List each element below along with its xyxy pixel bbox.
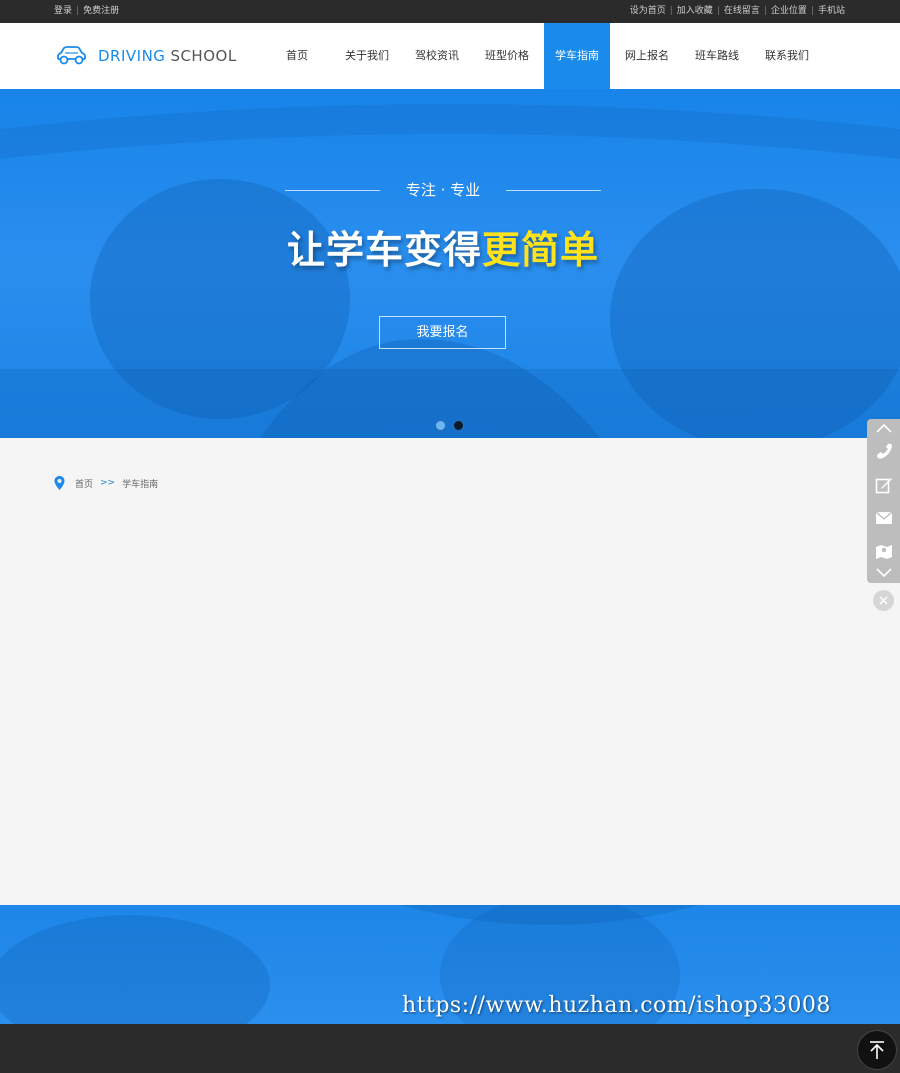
signup-button[interactable]: 我要报名 — [379, 316, 506, 349]
close-icon — [879, 596, 888, 605]
separator: | — [669, 6, 673, 16]
map-icon — [875, 545, 892, 559]
nav-item-bus-route[interactable]: 班车路线 — [682, 23, 752, 89]
login-link[interactable]: 登录 — [54, 0, 72, 23]
side-scroll-down-button[interactable] — [867, 564, 900, 582]
set-homepage-link[interactable]: 设为首页 — [630, 0, 666, 23]
header: DRIVING SCHOOL 首页 关于我们 驾校资讯 班型价格 学车指南 网上… — [0, 23, 900, 89]
slider-dot-2[interactable] — [453, 420, 464, 431]
slider-dot-1[interactable] — [435, 420, 446, 431]
footer — [0, 1024, 900, 1073]
mobile-site-link[interactable]: 手机站 — [818, 0, 845, 23]
tagline-text: 专注 · 专业 — [405, 181, 481, 199]
chevron-up-icon — [875, 423, 892, 433]
separator: | — [810, 6, 814, 16]
banner-tagline: 专注 · 专业 — [0, 179, 900, 201]
mail-icon — [875, 511, 892, 524]
banner-headline: 让学车变得更简单 — [0, 219, 886, 274]
side-map-button[interactable] — [867, 538, 900, 564]
separator: | — [763, 6, 767, 16]
side-toolbar — [867, 419, 900, 583]
arrow-up-icon — [870, 1041, 884, 1059]
nav-item-signup[interactable]: 网上报名 — [612, 23, 682, 89]
top-bar: 登录 | 免费注册 设为首页 | 加入收藏 | 在线留言 | 企业位置 | 手机… — [0, 0, 900, 23]
nav-item-about[interactable]: 关于我们 — [332, 23, 402, 89]
side-message-button[interactable] — [867, 472, 900, 498]
logo[interactable]: DRIVING SCHOOL — [54, 44, 237, 68]
top-bar-left: 登录 | 免费注册 — [54, 0, 119, 23]
breadcrumb-separator: >> — [100, 478, 116, 488]
page: 登录 | 免费注册 设为首页 | 加入收藏 | 在线留言 | 企业位置 | 手机… — [0, 0, 900, 1073]
slider-dots — [435, 420, 471, 431]
main-nav: 首页 关于我们 驾校资讯 班型价格 学车指南 网上报名 班车路线 联系我们 — [262, 23, 822, 89]
watermark-text: https://www.huzhan.com/ishop33008 — [402, 993, 831, 1018]
nav-item-news[interactable]: 驾校资讯 — [402, 23, 472, 89]
footer-banner: https://www.huzhan.com/ishop33008 — [0, 905, 900, 1024]
logo-text-driving: DRIVING — [98, 47, 166, 65]
breadcrumb-home-link[interactable]: 首页 — [75, 477, 93, 490]
add-favorite-link[interactable]: 加入收藏 — [677, 0, 713, 23]
top-bar-right: 设为首页 | 加入收藏 | 在线留言 | 企业位置 | 手机站 — [630, 0, 845, 23]
car-icon — [57, 46, 86, 65]
edit-icon — [875, 478, 892, 494]
phone-icon — [876, 443, 892, 459]
online-message-link[interactable]: 在线留言 — [724, 0, 760, 23]
headline-main: 让学车变得 — [286, 228, 482, 272]
breadcrumb-current: 学车指南 — [122, 479, 159, 490]
nav-item-pricing[interactable]: 班型价格 — [472, 23, 542, 89]
hero-banner: 专注 · 专业 让学车变得更简单 我要报名 — [0, 89, 900, 438]
nav-item-guide[interactable]: 学车指南 — [544, 23, 610, 89]
side-toolbar-close-button[interactable] — [873, 590, 894, 611]
separator: | — [716, 6, 720, 16]
side-phone-button[interactable] — [867, 439, 900, 465]
breadcrumb: 首页 >> 学车指南 — [54, 476, 158, 490]
nav-item-home[interactable]: 首页 — [262, 23, 332, 89]
chevron-down-icon — [875, 568, 892, 578]
separator: | — [76, 6, 80, 16]
logo-text-school: SCHOOL — [170, 47, 237, 65]
side-scroll-up-button[interactable] — [867, 419, 900, 437]
nav-item-contact[interactable]: 联系我们 — [752, 23, 822, 89]
register-link[interactable]: 免费注册 — [83, 0, 119, 23]
headline-highlight: 更简单 — [482, 228, 600, 272]
company-location-link[interactable]: 企业位置 — [771, 0, 807, 23]
back-to-top-button[interactable] — [857, 1030, 897, 1070]
tagline-line-right — [506, 190, 601, 191]
side-mail-button[interactable] — [867, 505, 900, 531]
location-pin-icon — [54, 476, 65, 490]
